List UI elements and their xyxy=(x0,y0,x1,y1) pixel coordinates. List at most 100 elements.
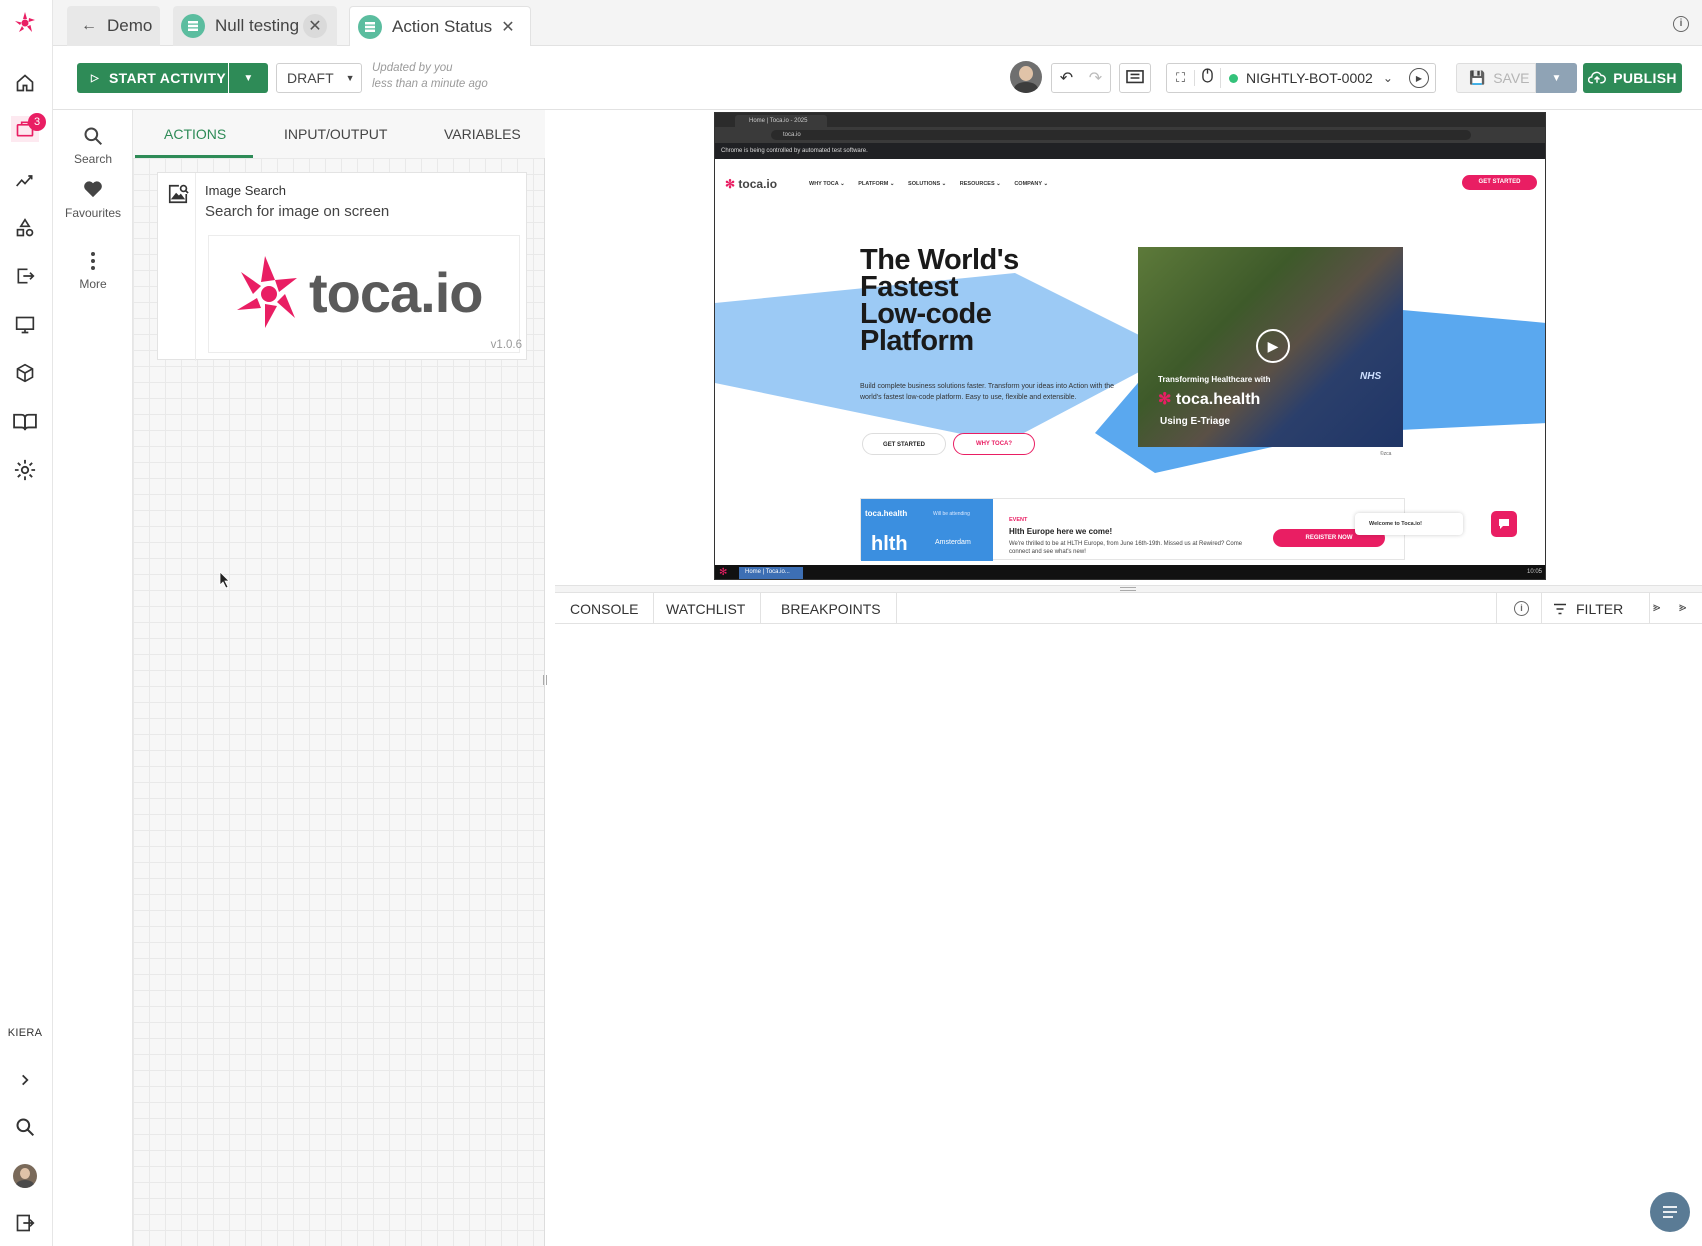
redo-icon[interactable]: ↷ xyxy=(1081,68,1110,88)
category-column: Search Favourites More xyxy=(53,110,133,1246)
info-icon[interactable]: i xyxy=(1514,601,1529,616)
replay-icon[interactable]: ▶ xyxy=(1409,68,1429,88)
video-brand-text: toca.health xyxy=(1175,391,1261,408)
draft-select[interactable]: DRAFT ▼ xyxy=(276,63,362,93)
analytics-icon[interactable] xyxy=(12,168,38,194)
bot-status-dot xyxy=(1229,73,1238,83)
undo-icon[interactable]: ↶ xyxy=(1052,68,1081,88)
hero-get-started-button: GET STARTED xyxy=(862,433,946,455)
divider xyxy=(1496,593,1497,624)
category-more[interactable]: More xyxy=(53,251,133,291)
taskbar-clock: 10:05 xyxy=(1527,569,1543,575)
toca-logo-icon: ✻ xyxy=(719,567,728,578)
tab-null-testing[interactable]: Null testing ✕ xyxy=(173,6,337,46)
site-get-started-button: GET STARTED xyxy=(1462,175,1537,190)
divider xyxy=(1541,593,1542,624)
category-favourites[interactable]: Favourites xyxy=(53,180,133,220)
filter-label: FILTER xyxy=(1576,601,1624,617)
toca-logo-icon xyxy=(235,254,299,335)
category-label: Search xyxy=(73,152,113,166)
draft-label: DRAFT xyxy=(287,70,334,86)
save-dropdown[interactable]: ▼ xyxy=(1536,63,1577,93)
event-tag: EVENT xyxy=(1009,517,1028,523)
chat-bubble: Welcome to Toca.io! xyxy=(1355,513,1463,535)
category-label: Favourites xyxy=(64,206,122,220)
image-text: toca.io xyxy=(309,261,483,324)
video-caption: ©zca xyxy=(1380,451,1392,457)
tab-input-output[interactable]: INPUT/OUTPUT xyxy=(284,126,387,142)
hero-line: The World's xyxy=(860,244,1019,276)
bot-screen-preview[interactable]: Home | Toca.io - 2025 toca.io Chrome is … xyxy=(714,112,1546,580)
save-button[interactable]: 💾 SAVE xyxy=(1456,63,1536,93)
start-activity-button[interactable]: ▷ START ACTIVITY xyxy=(77,63,228,93)
search-icon[interactable] xyxy=(12,1114,38,1140)
shapes-icon[interactable] xyxy=(12,215,38,241)
image-search-icon xyxy=(167,183,189,210)
panel-resize-handle[interactable] xyxy=(543,675,547,685)
url-field: toca.io xyxy=(771,130,1471,140)
bot-selector[interactable]: ⛶ NIGHTLY-BOT-0002 ⌄ ▶ xyxy=(1166,63,1436,93)
automation-info-bar: Chrome is being controlled by automated … xyxy=(715,143,1545,159)
chevron-right-icon[interactable] xyxy=(12,1067,38,1093)
lines-icon xyxy=(1663,1206,1677,1218)
action-card-image-search[interactable]: Image Search Search for image on screen … xyxy=(157,172,527,361)
fullscreen-icon[interactable]: ⛶ xyxy=(1167,70,1195,86)
update-status: Updated by you less than a minute ago xyxy=(372,60,488,92)
card-title: Image Search xyxy=(205,183,286,198)
nav-item: RESOURCES ⌄ xyxy=(959,181,1001,187)
bot-name: NIGHTLY-BOT-0002 xyxy=(1246,70,1373,86)
os-taskbar: ✻ Home | Toca.io... 10:05 xyxy=(715,565,1545,579)
chat-support-button[interactable] xyxy=(1650,1192,1690,1232)
category-search[interactable]: Search xyxy=(53,126,133,166)
comments-icon[interactable] xyxy=(1119,63,1151,93)
home-icon[interactable] xyxy=(12,70,38,96)
avatar[interactable] xyxy=(12,1163,38,1189)
tab-demo[interactable]: ← Demo xyxy=(67,6,160,46)
hero-title: The World's Fastest Low-code Platform xyxy=(860,244,1019,356)
site-logo-text: toca.io xyxy=(738,177,778,191)
site-logo: ✻ toca.io xyxy=(725,177,777,191)
tab-watchlist[interactable]: WATCHLIST xyxy=(651,593,762,624)
close-icon[interactable]: ✕ xyxy=(496,15,520,39)
event-card-brand: toca.health xyxy=(865,509,908,518)
more-vertical-icon xyxy=(53,251,133,273)
drag-handle-icon[interactable] xyxy=(1120,587,1136,591)
caret-down-icon: ▼ xyxy=(345,73,355,83)
settings-icon[interactable] xyxy=(12,457,38,483)
event-card-sub: Will be attending xyxy=(933,511,970,517)
book-icon[interactable] xyxy=(12,409,38,435)
console-panel: CONSOLE WATCHLIST BREAKPOINTS i FILTER ⪢… xyxy=(555,593,1702,1246)
tab-actions[interactable]: ACTIONS xyxy=(164,126,226,142)
nav-item: PLATFORM ⌄ xyxy=(858,181,895,187)
card-sidebar xyxy=(158,173,196,361)
video-brand: ✻ toca.health xyxy=(1158,389,1260,409)
mouse-icon[interactable] xyxy=(1195,68,1221,88)
export-icon[interactable] xyxy=(12,263,38,289)
filter-button[interactable]: FILTER xyxy=(1553,601,1623,617)
toca-logo-icon[interactable] xyxy=(12,10,38,36)
browser-tabbar: Home | Toca.io - 2025 xyxy=(715,113,1545,127)
tab-console[interactable]: CONSOLE xyxy=(555,593,655,624)
notification-badge: 3 xyxy=(28,113,46,131)
taskbar-item: Home | Toca.io... xyxy=(739,567,803,579)
info-icon[interactable]: i xyxy=(1673,16,1689,32)
event-card: toca.health Will be attending hlth Amste… xyxy=(861,499,993,561)
terminal-clear-icon[interactable]: ⪢ xyxy=(1679,599,1686,615)
tab-variables[interactable]: VARIABLES xyxy=(444,126,521,142)
tab-strip: ← Demo Null testing ✕ Action Status ✕ i xyxy=(53,0,1702,46)
split-divider[interactable] xyxy=(555,585,1702,593)
publish-button[interactable]: PUBLISH xyxy=(1583,63,1682,93)
tab-breakpoints[interactable]: BREAKPOINTS xyxy=(766,593,897,624)
package-icon[interactable] xyxy=(12,360,38,386)
avatar[interactable] xyxy=(1010,61,1042,93)
start-activity-dropdown[interactable]: ▼ xyxy=(229,63,268,93)
play-icon: ▷ xyxy=(91,72,99,84)
play-icon: ▶ xyxy=(1256,329,1290,363)
logout-icon[interactable] xyxy=(12,1210,38,1236)
terminal-icon[interactable]: ⪢ xyxy=(1653,599,1660,615)
cloud-upload-icon xyxy=(1588,70,1607,87)
monitor-icon[interactable] xyxy=(12,312,38,338)
tab-action-status[interactable]: Action Status ✕ xyxy=(349,6,531,46)
save-icon: 💾 xyxy=(1469,70,1486,85)
close-icon[interactable]: ✕ xyxy=(303,14,327,38)
